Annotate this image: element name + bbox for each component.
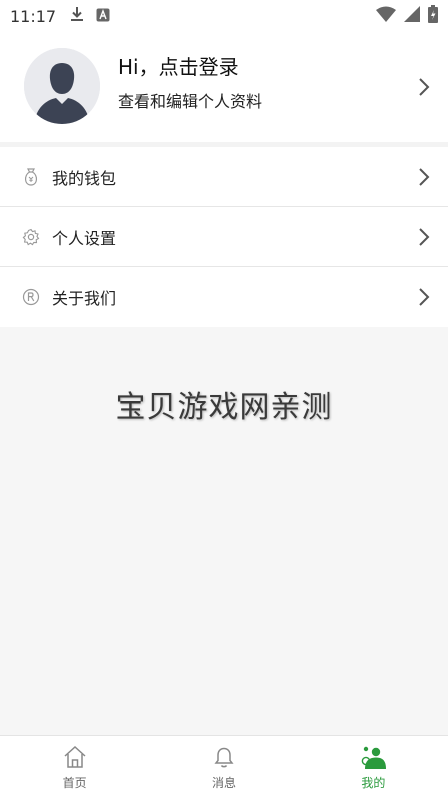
profile-header[interactable]: Hi，点击登录 查看和编辑个人资料 — [0, 32, 448, 142]
nav-label-home: 首页 — [62, 776, 87, 790]
menu-label-personal-settings: 个人设置 — [52, 228, 117, 248]
screen: 11:17 Hi，点击登录 查看和编辑个人资料 我的钱包 个人设置 关于我们 宝… — [0, 0, 448, 798]
default-avatar-icon — [24, 48, 100, 124]
chevron-right-icon — [419, 228, 430, 246]
settings-menu: 我的钱包 个人设置 关于我们 — [0, 147, 448, 327]
menu-item-wallet[interactable]: 我的钱包 — [0, 147, 448, 207]
signal-icon — [404, 6, 420, 26]
nav-mine[interactable]: 我的 — [299, 736, 448, 798]
gear-icon — [22, 228, 40, 246]
avatar[interactable] — [24, 48, 100, 124]
wallet-icon — [22, 167, 40, 186]
status-time: 11:17 — [10, 6, 57, 26]
chevron-right-icon — [419, 168, 430, 186]
nav-label-messages: 消息 — [211, 776, 236, 790]
nav-label-mine: 我的 — [361, 776, 386, 790]
nav-home[interactable]: 首页 — [0, 736, 149, 798]
chevron-right-icon — [419, 288, 430, 306]
status-bar: 11:17 — [0, 0, 448, 32]
battery-icon — [428, 5, 438, 27]
home-icon — [64, 745, 86, 768]
bottom-nav: 首页 消息 我的 — [0, 735, 448, 798]
menu-label-about-us: 关于我们 — [52, 289, 117, 308]
profile-text: Hi，点击登录 查看和编辑个人资料 — [118, 54, 262, 112]
wifi-icon — [376, 6, 396, 26]
login-prompt[interactable]: Hi，点击登录 — [118, 54, 262, 80]
menu-item-personal-settings[interactable]: 个人设置 — [0, 207, 448, 267]
profile-icon — [362, 746, 387, 769]
app-notification-icon — [96, 7, 110, 26]
watermark: 宝贝游戏网亲测 — [115, 390, 333, 425]
status-system-icons — [376, 5, 438, 27]
download-icon — [70, 6, 84, 26]
nav-messages[interactable]: 消息 — [149, 736, 298, 798]
menu-item-about-us[interactable]: 关于我们 — [0, 267, 448, 327]
registered-icon — [22, 288, 40, 306]
status-notification-icons — [70, 6, 110, 26]
chevron-right-icon — [419, 78, 430, 96]
bell-icon — [214, 747, 234, 768]
menu-label-wallet: 我的钱包 — [52, 168, 117, 188]
edit-profile-hint: 查看和编辑个人资料 — [118, 92, 263, 111]
